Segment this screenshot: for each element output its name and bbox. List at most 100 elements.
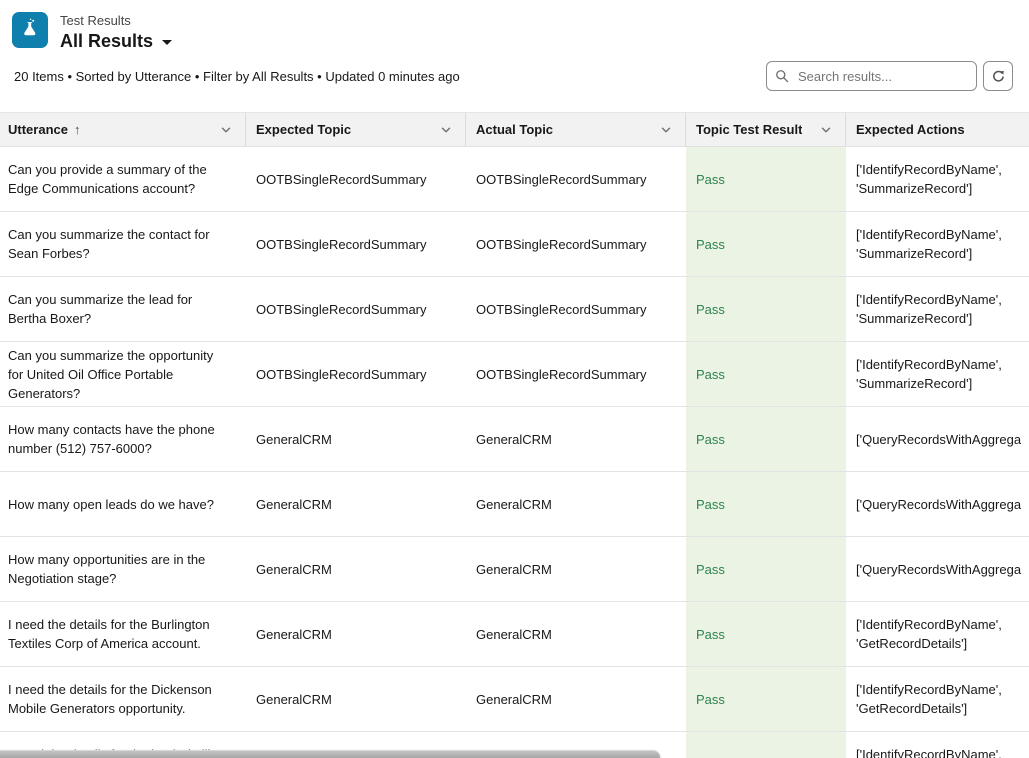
column-label: Expected Actions (856, 122, 965, 137)
cell-expected-actions: ['QueryRecordsWithAggrega (846, 472, 1029, 536)
list-toolbar: 20 Items • Sorted by Utterance • Filter … (0, 50, 1029, 102)
cell-topic-test-result: Pass (686, 277, 846, 341)
table-row: How many contacts have the phone number … (0, 407, 1029, 472)
cell-utterance: How many open leads do we have? (0, 472, 246, 536)
cell-utterance: I need the details for the Burlington Te… (0, 602, 246, 666)
column-header-utterance[interactable]: Utterance ↑ (0, 113, 246, 146)
cell-topic-test-result: Pass (686, 602, 846, 666)
cell-expected-topic: GeneralCRM (246, 537, 466, 601)
results-table: Utterance ↑ Expected Topic Actual Topic (0, 112, 1029, 758)
table-header-row: Utterance ↑ Expected Topic Actual Topic (0, 112, 1029, 147)
pass-badge: Pass (696, 430, 725, 449)
cell-topic-test-result: Pass (686, 472, 846, 536)
horizontal-scrollbar-thumb[interactable] (0, 750, 660, 758)
cell-utterance: Can you summarize the lead for Bertha Bo… (0, 277, 246, 341)
chevron-down-icon[interactable] (439, 123, 453, 137)
cell-expected-topic: GeneralCRM (246, 602, 466, 666)
pass-badge: Pass (696, 365, 725, 384)
cell-actual-topic: GeneralCRM (466, 407, 686, 471)
column-label: Topic Test Result (696, 122, 802, 137)
cell-expected-actions: ['QueryRecordsWithAggrega (846, 537, 1029, 601)
test-results-object-icon (12, 12, 48, 48)
cell-topic-test-result (686, 732, 846, 758)
cell-expected-actions: ['IdentifyRecordByName', 'SummarizeRecor… (846, 147, 1029, 211)
cell-actual-topic: OOTBSingleRecordSummary (466, 342, 686, 406)
pass-badge: Pass (696, 625, 725, 644)
table-row: How many open leads do we have? GeneralC… (0, 472, 1029, 537)
cell-actual-topic: OOTBSingleRecordSummary (466, 277, 686, 341)
cell-expected-actions: ['IdentifyRecordByName', 'SummarizeRecor… (846, 212, 1029, 276)
cell-actual-topic: OOTBSingleRecordSummary (466, 212, 686, 276)
search-icon (775, 69, 789, 83)
test-results-page: Test Results All Results 20 Items • Sort… (0, 0, 1029, 758)
search-input[interactable] (796, 68, 968, 85)
table-row: Can you provide a summary of the Edge Co… (0, 147, 1029, 212)
cell-expected-actions: ['IdentifyRecordByName', 'SummarizeRecor… (846, 277, 1029, 341)
cell-topic-test-result: Pass (686, 537, 846, 601)
chevron-down-icon[interactable] (659, 123, 673, 137)
table-row: Can you summarize the opportunity for Un… (0, 342, 1029, 407)
cell-expected-actions: ['QueryRecordsWithAggrega (846, 407, 1029, 471)
column-label: Utterance (8, 122, 68, 137)
dropdown-arrow-icon (162, 40, 172, 45)
cell-actual-topic: GeneralCRM (466, 537, 686, 601)
cell-topic-test-result: Pass (686, 342, 846, 406)
column-header-actual-topic[interactable]: Actual Topic (466, 113, 686, 146)
flask-icon (19, 17, 41, 44)
pass-badge: Pass (696, 495, 725, 514)
table-row: Can you summarize the contact for Sean F… (0, 212, 1029, 277)
cell-expected-topic: GeneralCRM (246, 407, 466, 471)
cell-utterance: Can you provide a summary of the Edge Co… (0, 147, 246, 211)
cell-topic-test-result: Pass (686, 407, 846, 471)
pass-badge: Pass (696, 170, 725, 189)
table-row: Can you summarize the lead for Bertha Bo… (0, 277, 1029, 342)
list-view-selector[interactable]: All Results (60, 31, 172, 51)
list-view-name: All Results (60, 31, 153, 51)
cell-expected-actions: ['IdentifyRecordByName', 'SummarizeRecor… (846, 342, 1029, 406)
chevron-down-icon[interactable] (219, 123, 233, 137)
cell-utterance: Can you summarize the contact for Sean F… (0, 212, 246, 276)
sort-ascending-icon: ↑ (74, 122, 81, 137)
cell-actual-topic: OOTBSingleRecordSummary (466, 147, 686, 211)
column-label: Actual Topic (476, 122, 553, 137)
table-row: I need the details for the Dickenson Mob… (0, 667, 1029, 732)
cell-expected-actions: ['IdentifyRecordByName', (846, 732, 1029, 758)
title-block: Test Results All Results (60, 12, 172, 51)
list-summary: 20 Items • Sorted by Utterance • Filter … (14, 69, 460, 84)
cell-actual-topic: GeneralCRM (466, 602, 686, 666)
column-header-expected-actions[interactable]: Expected Actions (846, 113, 1029, 146)
cell-expected-topic: GeneralCRM (246, 667, 466, 731)
pass-badge: Pass (696, 690, 725, 709)
app-header: Test Results All Results (0, 0, 1029, 50)
cell-utterance: I need the details for the Dickenson Mob… (0, 667, 246, 731)
cell-actual-topic: GeneralCRM (466, 667, 686, 731)
cell-expected-actions: ['IdentifyRecordByName', 'GetRecordDetai… (846, 667, 1029, 731)
cell-expected-topic: GeneralCRM (246, 472, 466, 536)
cell-expected-topic: OOTBSingleRecordSummary (246, 342, 466, 406)
toolbar-actions (766, 61, 1013, 91)
pass-badge: Pass (696, 235, 725, 254)
refresh-button[interactable] (983, 61, 1013, 91)
cell-topic-test-result: Pass (686, 667, 846, 731)
column-label: Expected Topic (256, 122, 351, 137)
table-row: How many opportunities are in the Negoti… (0, 537, 1029, 602)
search-box[interactable] (766, 61, 977, 91)
cell-expected-topic: OOTBSingleRecordSummary (246, 277, 466, 341)
cell-utterance: How many opportunities are in the Negoti… (0, 537, 246, 601)
column-header-topic-test-result[interactable]: Topic Test Result (686, 113, 846, 146)
chevron-down-icon[interactable] (819, 123, 833, 137)
cell-utterance: Can you summarize the opportunity for Un… (0, 342, 246, 406)
entity-label: Test Results (60, 13, 172, 28)
cell-expected-actions: ['IdentifyRecordByName', 'GetRecordDetai… (846, 602, 1029, 666)
pass-badge: Pass (696, 560, 725, 579)
cell-utterance: How many contacts have the phone number … (0, 407, 246, 471)
cell-topic-test-result: Pass (686, 212, 846, 276)
cell-expected-topic: OOTBSingleRecordSummary (246, 212, 466, 276)
pass-badge: Pass (696, 300, 725, 319)
cell-topic-test-result: Pass (686, 147, 846, 211)
cell-expected-topic: OOTBSingleRecordSummary (246, 147, 466, 211)
table-body: Can you provide a summary of the Edge Co… (0, 147, 1029, 758)
cell-actual-topic: GeneralCRM (466, 472, 686, 536)
column-header-expected-topic[interactable]: Expected Topic (246, 113, 466, 146)
refresh-icon (991, 69, 1006, 84)
